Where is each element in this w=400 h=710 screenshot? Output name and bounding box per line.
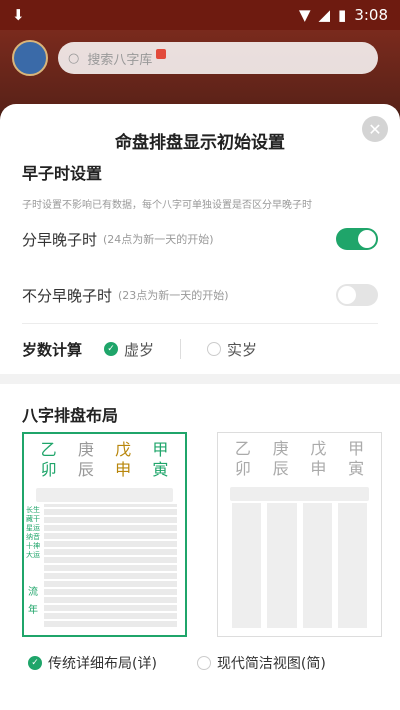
grid-band bbox=[230, 487, 369, 501]
status-bar: ⬇ ▼ ◢ ▮ 3:08 bbox=[0, 0, 400, 30]
toggle-knob bbox=[338, 286, 356, 304]
side-labels: 长生 藏干 星运 纳音 十神 大运 bbox=[26, 506, 40, 559]
pillar-bottom: 辰 bbox=[77, 460, 94, 479]
plain-column bbox=[337, 503, 367, 628]
close-icon: ✕ bbox=[368, 119, 382, 139]
layout-options: ✓ 传统详细布局(详) 现代简洁视图(简) bbox=[0, 653, 400, 673]
toggle-knob bbox=[358, 230, 376, 248]
pillar-bottom: 寅 bbox=[348, 459, 365, 478]
grid-body bbox=[226, 503, 373, 628]
pillars-row: 乙 卯 庚 辰 戊 申 甲 寅 bbox=[224, 439, 375, 483]
layout-cards: 乙 卯 庚 辰 戊 申 甲 寅 长生 藏干 星运 纳音 十神 大运 流年 乙 卯… bbox=[0, 432, 400, 637]
status-time: 3:08 bbox=[354, 6, 388, 24]
grid-band bbox=[36, 488, 173, 502]
zishi-option-nosplit-sub: (23点为新一天的开始) bbox=[118, 289, 229, 302]
section-gap bbox=[0, 374, 400, 384]
age-option-xusui[interactable]: ✓ 虚岁 bbox=[104, 339, 154, 360]
pillar: 乙 卯 bbox=[235, 439, 251, 483]
pillar-bottom: 卯 bbox=[234, 459, 251, 478]
age-setting-row: 岁数计算 ✓ 虚岁 实岁 bbox=[0, 324, 400, 374]
battery-icon: ▮ bbox=[338, 6, 347, 24]
pillar: 甲 寅 bbox=[152, 440, 168, 484]
sheet-title: 命盘排盘显示初始设置 bbox=[115, 133, 285, 153]
pillar: 戊 申 bbox=[115, 440, 131, 484]
wifi-icon: ▼ bbox=[298, 6, 311, 24]
zishi-hint: 子时设置不影响已有数据，每个八字可单独设置是否区分早晚子时 bbox=[22, 200, 312, 211]
layout-card-traditional[interactable]: 乙 卯 庚 辰 戊 申 甲 寅 长生 藏干 星运 纳音 十神 大运 流年 bbox=[22, 432, 187, 637]
pillar-bottom: 申 bbox=[115, 460, 132, 479]
close-button[interactable]: ✕ bbox=[362, 116, 388, 142]
age-option-shisui[interactable]: 实岁 bbox=[207, 339, 257, 360]
side-label-liunian: 流年 bbox=[28, 587, 38, 616]
check-icon: ✓ bbox=[104, 342, 119, 356]
zishi-option-split-label: 分早晚子时 bbox=[22, 230, 98, 249]
pillar-top: 戊 bbox=[310, 439, 327, 458]
download-icon: ⬇ bbox=[12, 6, 25, 24]
vertical-divider bbox=[180, 339, 182, 359]
pillar-bottom: 卯 bbox=[40, 460, 57, 479]
zishi-section-title: 早子时设置 bbox=[22, 164, 103, 183]
pillar-top: 庚 bbox=[77, 440, 94, 459]
search-placeholder: 搜索八字库 bbox=[87, 52, 153, 68]
layout-section-title: 八字排盘布局 bbox=[22, 406, 119, 425]
search-bar[interactable]: ○ 搜索八字库 bbox=[58, 42, 378, 74]
layout-option-modern-label: 现代简洁视图(简) bbox=[216, 656, 326, 672]
grid-body bbox=[44, 504, 177, 627]
pillar-top: 戊 bbox=[115, 440, 132, 459]
signal-icon: ◢ bbox=[318, 6, 331, 24]
zishi-option-split-sub: (24点为新一天的开始) bbox=[103, 233, 214, 246]
plain-column bbox=[232, 503, 262, 628]
pillar: 庚 辰 bbox=[273, 439, 289, 483]
age-option-shisui-label: 实岁 bbox=[227, 340, 258, 359]
pillar-bottom: 辰 bbox=[272, 459, 289, 478]
layout-option-traditional-label: 传统详细布局(详) bbox=[48, 656, 157, 672]
avatar[interactable] bbox=[12, 40, 48, 76]
settings-sheet: ✕ 命盘排盘显示初始设置 早子时设置 子时设置不影响已有数据，每个八字可单独设置… bbox=[0, 104, 400, 710]
pillar-bottom: 申 bbox=[310, 459, 327, 478]
age-label: 岁数计算 bbox=[22, 340, 83, 359]
radio-icon bbox=[196, 656, 211, 670]
plain-column bbox=[267, 503, 297, 628]
radio-icon bbox=[207, 342, 222, 356]
search-badge bbox=[156, 49, 167, 59]
zishi-option-nosplit[interactable]: 不分早晚子时 (23点为新一天的开始) bbox=[0, 267, 400, 323]
layout-card-modern[interactable]: 乙 卯 庚 辰 戊 申 甲 寅 bbox=[217, 432, 382, 637]
pillar-top: 甲 bbox=[152, 440, 169, 459]
pillar: 庚 辰 bbox=[78, 440, 94, 484]
check-icon: ✓ bbox=[28, 656, 42, 670]
pillar: 戊 申 bbox=[310, 439, 326, 483]
pillar-top: 庚 bbox=[272, 439, 289, 458]
pillar: 甲 寅 bbox=[348, 439, 364, 483]
search-icon: ○ bbox=[68, 50, 80, 66]
zishi-nosplit-toggle[interactable] bbox=[336, 284, 378, 306]
age-option-xusui-label: 虚岁 bbox=[124, 340, 155, 359]
pillar: 乙 卯 bbox=[41, 440, 57, 484]
plain-column bbox=[302, 503, 332, 628]
layout-option-traditional[interactable]: ✓ 传统详细布局(详) bbox=[28, 653, 157, 673]
pillar-bottom: 寅 bbox=[152, 460, 169, 479]
pillar-top: 乙 bbox=[234, 439, 251, 458]
zishi-split-toggle[interactable] bbox=[336, 228, 378, 250]
zishi-option-split[interactable]: 分早晚子时 (24点为新一天的开始) bbox=[0, 211, 400, 267]
pillars-row: 乙 卯 庚 辰 戊 申 甲 寅 bbox=[30, 440, 179, 484]
pillar-top: 甲 bbox=[348, 439, 365, 458]
layout-option-modern[interactable]: 现代简洁视图(简) bbox=[196, 653, 326, 673]
pillar-top: 乙 bbox=[40, 440, 57, 459]
zishi-option-nosplit-label: 不分早晚子时 bbox=[22, 286, 113, 305]
